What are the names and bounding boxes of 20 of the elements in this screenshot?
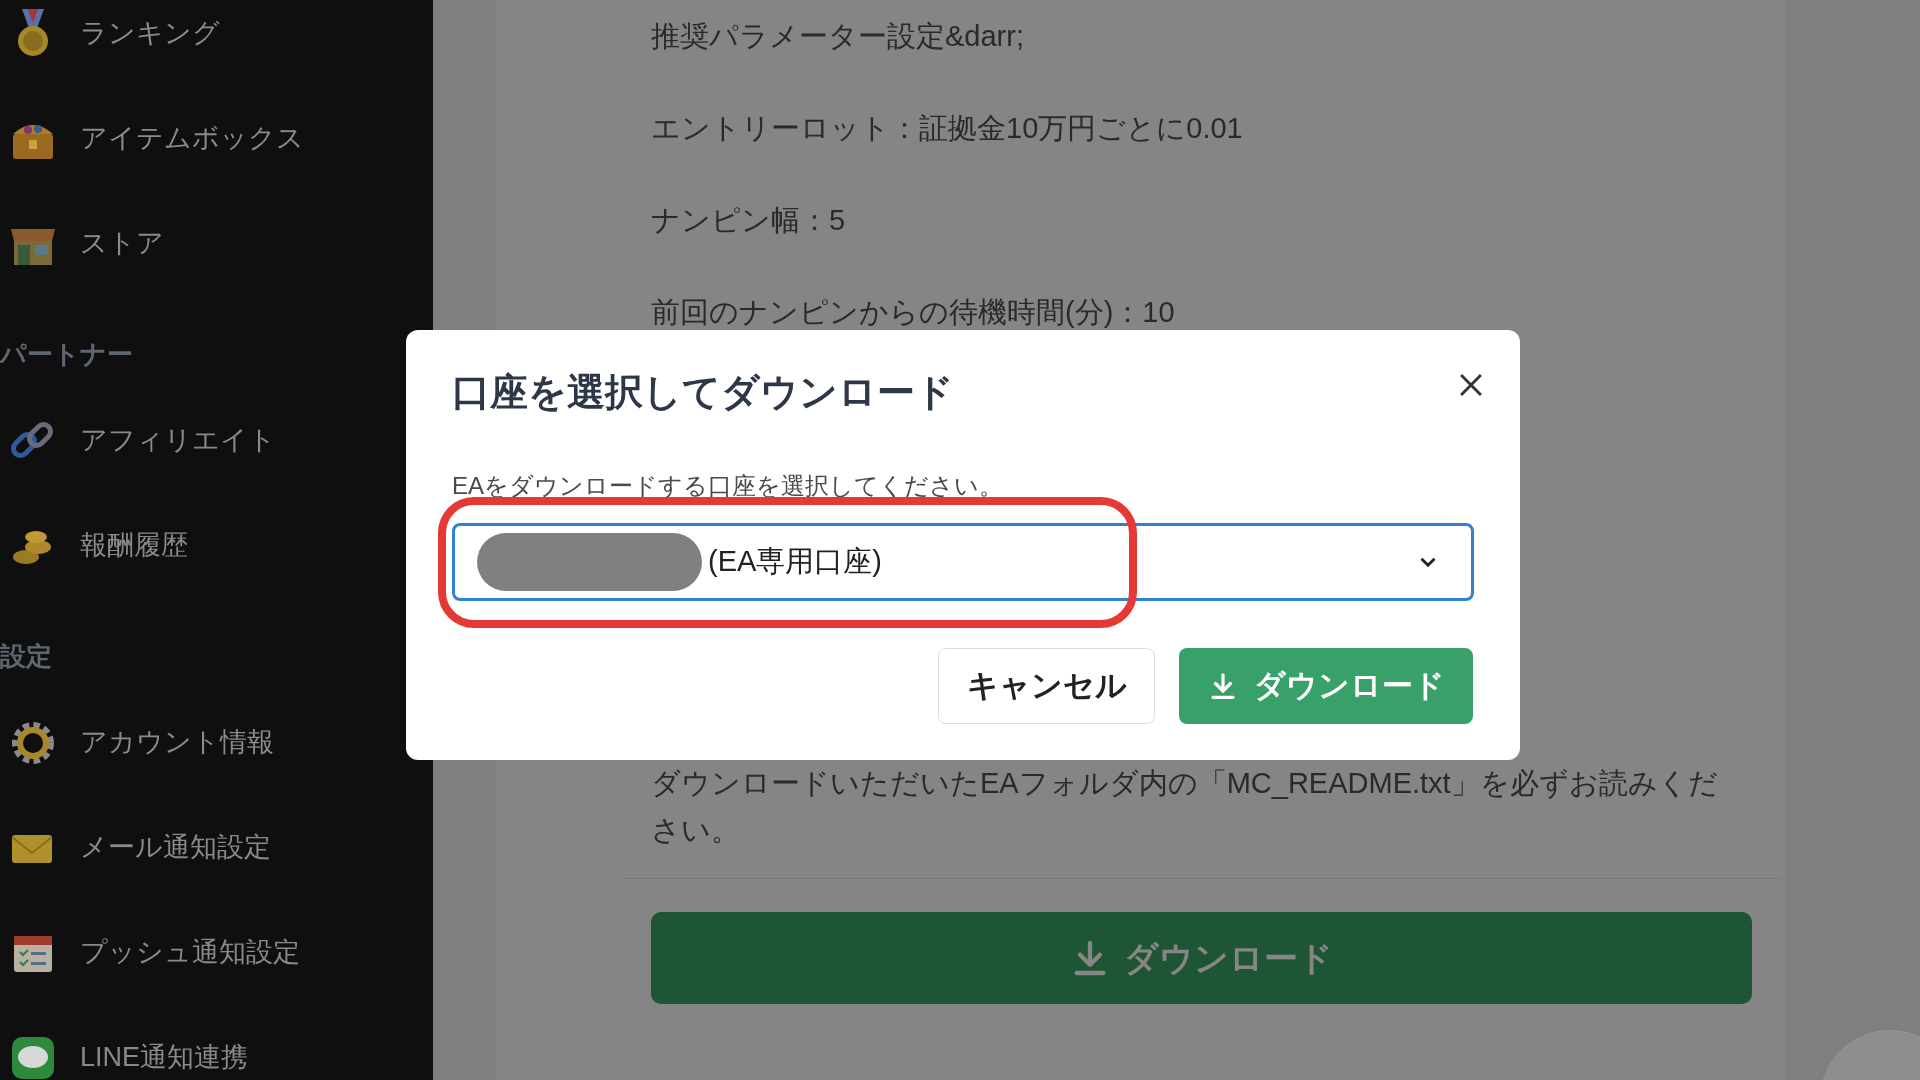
parameter-text: ナンピン幅：5 xyxy=(651,203,847,238)
sidebar-item[interactable]: ストア xyxy=(80,230,164,257)
sidebar-item[interactable]: アイテムボックス xyxy=(80,125,304,152)
account-select[interactable]: (EA専用口座) xyxy=(452,523,1474,601)
select-value: (EA専用口座) xyxy=(708,544,882,580)
dialog-download-button[interactable]: ダウンロード xyxy=(1179,648,1473,724)
readme-notice: ダウンロードいただいたEAフォルダ内の「MC_README.txt」を必ずお読みください。 xyxy=(651,766,1719,848)
sidebar-item[interactable]: アフィリエイト xyxy=(80,427,276,454)
parameter-text: 推奨パラメーター設定&darr; xyxy=(651,19,1025,54)
cancel-button[interactable]: キャンセル xyxy=(938,648,1155,724)
sidebar-item[interactable]: アカウント情報 xyxy=(80,729,274,756)
dialog-title: 口座を選択してダウンロード xyxy=(452,370,954,415)
parameter-text: 前回のナンピンからの待機時間(分)：10 xyxy=(651,295,1176,330)
section-heading: 設定 xyxy=(0,643,52,669)
sidebar-item[interactable]: プッシュ通知設定 xyxy=(80,939,300,966)
sidebar-item[interactable]: 報酬履歴 xyxy=(80,532,188,559)
sidebar-item[interactable]: メール通知設定 xyxy=(80,834,271,861)
sidebar-item[interactable]: LINE通知連携 xyxy=(80,1044,249,1071)
sidebar-item[interactable]: ランキング xyxy=(80,20,220,47)
parameter-text: エントリーロット：証拠金10万円ごとに0.01 xyxy=(651,111,1244,146)
